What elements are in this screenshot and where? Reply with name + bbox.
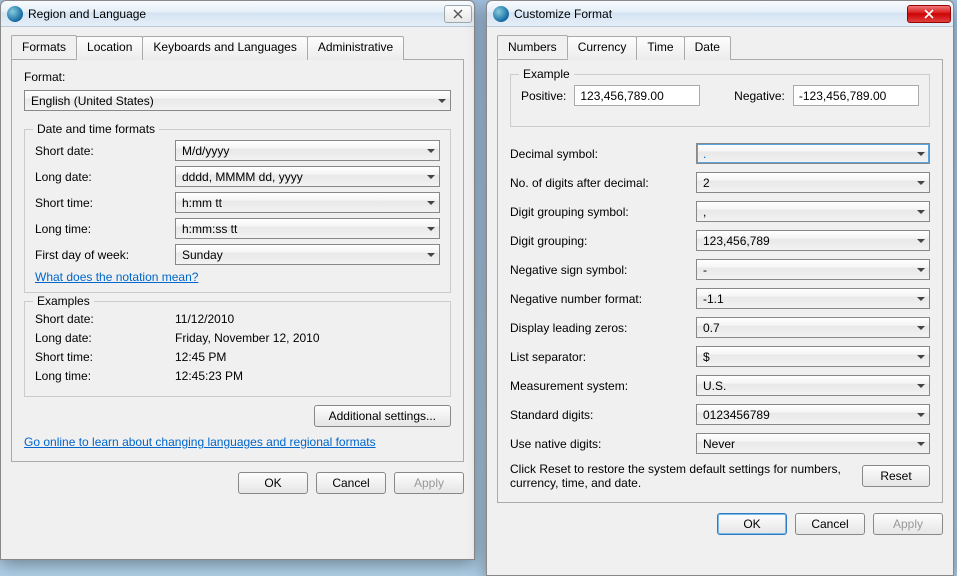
digits-after-dropdown[interactable]: 2: [696, 172, 930, 193]
std-digits-label: Standard digits:: [510, 408, 696, 422]
neg-sign-dropdown[interactable]: -: [696, 259, 930, 280]
example-legend: Example: [519, 67, 574, 81]
tab-numbers[interactable]: Numbers: [497, 35, 568, 59]
long-date-label: Long date:: [35, 170, 175, 184]
ex-long-date-lbl: Long date:: [35, 331, 175, 345]
ex-short-time-lbl: Short time:: [35, 350, 175, 364]
decimal-symbol-label: Decimal symbol:: [510, 147, 696, 161]
list-sep-label: List separator:: [510, 350, 696, 364]
tab-keyboards-languages[interactable]: Keyboards and Languages: [142, 36, 307, 60]
examples-legend: Examples: [33, 294, 94, 308]
ok-button[interactable]: OK: [717, 513, 787, 535]
ok-button[interactable]: OK: [238, 472, 308, 494]
positive-label: Positive:: [521, 89, 566, 103]
std-digits-dropdown[interactable]: 0123456789: [696, 404, 930, 425]
dialog-button-row: OK Cancel Apply: [11, 472, 464, 494]
format-dropdown[interactable]: English (United States): [24, 90, 451, 111]
ex-short-time-val: 12:45 PM: [175, 350, 226, 364]
first-day-label: First day of week:: [35, 248, 175, 262]
date-time-legend: Date and time formats: [33, 122, 159, 136]
neg-sign-label: Negative sign symbol:: [510, 263, 696, 277]
tab-formats[interactable]: Formats: [11, 35, 77, 59]
window-title: Customize Format: [514, 7, 612, 21]
customize-tabstrip: Numbers Currency Time Date: [497, 35, 943, 60]
leading-zeros-dropdown[interactable]: 0.7: [696, 317, 930, 338]
window-title: Region and Language: [28, 7, 146, 21]
tab-location[interactable]: Location: [76, 36, 143, 60]
native-digits-label: Use native digits:: [510, 437, 696, 451]
formats-panel: Format: English (United States) Date and…: [11, 60, 464, 462]
tab-currency[interactable]: Currency: [567, 36, 638, 60]
format-label: Format:: [24, 70, 451, 84]
format-value: English (United States): [31, 94, 154, 108]
short-time-label: Short time:: [35, 196, 175, 210]
numbers-panel: Example Positive: 123,456,789.00 Negativ…: [497, 60, 943, 503]
dialog-button-row: OK Cancel Apply: [497, 513, 943, 535]
ex-long-date-val: Friday, November 12, 2010: [175, 331, 320, 345]
titlebar[interactable]: Customize Format: [487, 1, 953, 27]
grouping-dropdown[interactable]: 123,456,789: [696, 230, 930, 251]
grouping-symbol-label: Digit grouping symbol:: [510, 205, 696, 219]
cancel-button[interactable]: Cancel: [316, 472, 386, 494]
short-time-dropdown[interactable]: h:mm tt: [175, 192, 440, 213]
tab-time[interactable]: Time: [636, 36, 684, 60]
apply-button[interactable]: Apply: [873, 513, 943, 535]
long-time-label: Long time:: [35, 222, 175, 236]
short-date-label: Short date:: [35, 144, 175, 158]
ex-short-date-lbl: Short date:: [35, 312, 175, 326]
tab-administrative[interactable]: Administrative: [307, 36, 404, 60]
first-day-dropdown[interactable]: Sunday: [175, 244, 440, 265]
long-date-dropdown[interactable]: dddd, MMMM dd, yyyy: [175, 166, 440, 187]
tab-date[interactable]: Date: [684, 36, 731, 60]
digits-after-label: No. of digits after decimal:: [510, 176, 696, 190]
grouping-label: Digit grouping:: [510, 234, 696, 248]
close-icon: [923, 9, 935, 19]
region-and-language-dialog: Region and Language Formats Location Key…: [0, 0, 475, 560]
ex-long-time-val: 12:45:23 PM: [175, 369, 243, 383]
titlebar[interactable]: Region and Language: [1, 1, 474, 27]
globe-icon: [493, 6, 509, 22]
additional-settings-button[interactable]: Additional settings...: [314, 405, 451, 427]
leading-zeros-label: Display leading zeros:: [510, 321, 696, 335]
customize-format-dialog: Customize Format Numbers Currency Time D…: [486, 0, 954, 576]
examples-group: Examples Short date: 11/12/2010 Long dat…: [24, 301, 451, 397]
positive-example: 123,456,789.00: [574, 85, 700, 106]
neg-fmt-label: Negative number format:: [510, 292, 696, 306]
grouping-symbol-dropdown[interactable]: ,: [696, 201, 930, 222]
close-icon: [453, 9, 463, 19]
long-time-dropdown[interactable]: h:mm:ss tt: [175, 218, 440, 239]
measurement-label: Measurement system:: [510, 379, 696, 393]
example-group: Example Positive: 123,456,789.00 Negativ…: [510, 74, 930, 127]
reset-hint: Click Reset to restore the system defaul…: [510, 462, 852, 490]
ex-short-date-val: 11/12/2010: [175, 312, 234, 326]
online-help-link[interactable]: Go online to learn about changing langua…: [24, 435, 376, 449]
list-sep-dropdown[interactable]: $: [696, 346, 930, 367]
apply-button[interactable]: Apply: [394, 472, 464, 494]
measurement-dropdown[interactable]: U.S.: [696, 375, 930, 396]
reset-button[interactable]: Reset: [862, 465, 930, 487]
ex-long-time-lbl: Long time:: [35, 369, 175, 383]
negative-label: Negative:: [734, 89, 785, 103]
native-digits-dropdown[interactable]: Never: [696, 433, 930, 454]
short-date-dropdown[interactable]: M/d/yyyy: [175, 140, 440, 161]
close-button[interactable]: [444, 5, 472, 23]
cancel-button[interactable]: Cancel: [795, 513, 865, 535]
decimal-symbol-dropdown[interactable]: .: [696, 143, 930, 164]
notation-link[interactable]: What does the notation mean?: [35, 270, 198, 284]
date-time-formats-group: Date and time formats Short date: M/d/yy…: [24, 129, 451, 293]
close-button[interactable]: [907, 5, 951, 23]
neg-fmt-dropdown[interactable]: -1.1: [696, 288, 930, 309]
negative-example: -123,456,789.00: [793, 85, 919, 106]
region-tabstrip: Formats Location Keyboards and Languages…: [11, 35, 464, 60]
globe-icon: [7, 6, 23, 22]
